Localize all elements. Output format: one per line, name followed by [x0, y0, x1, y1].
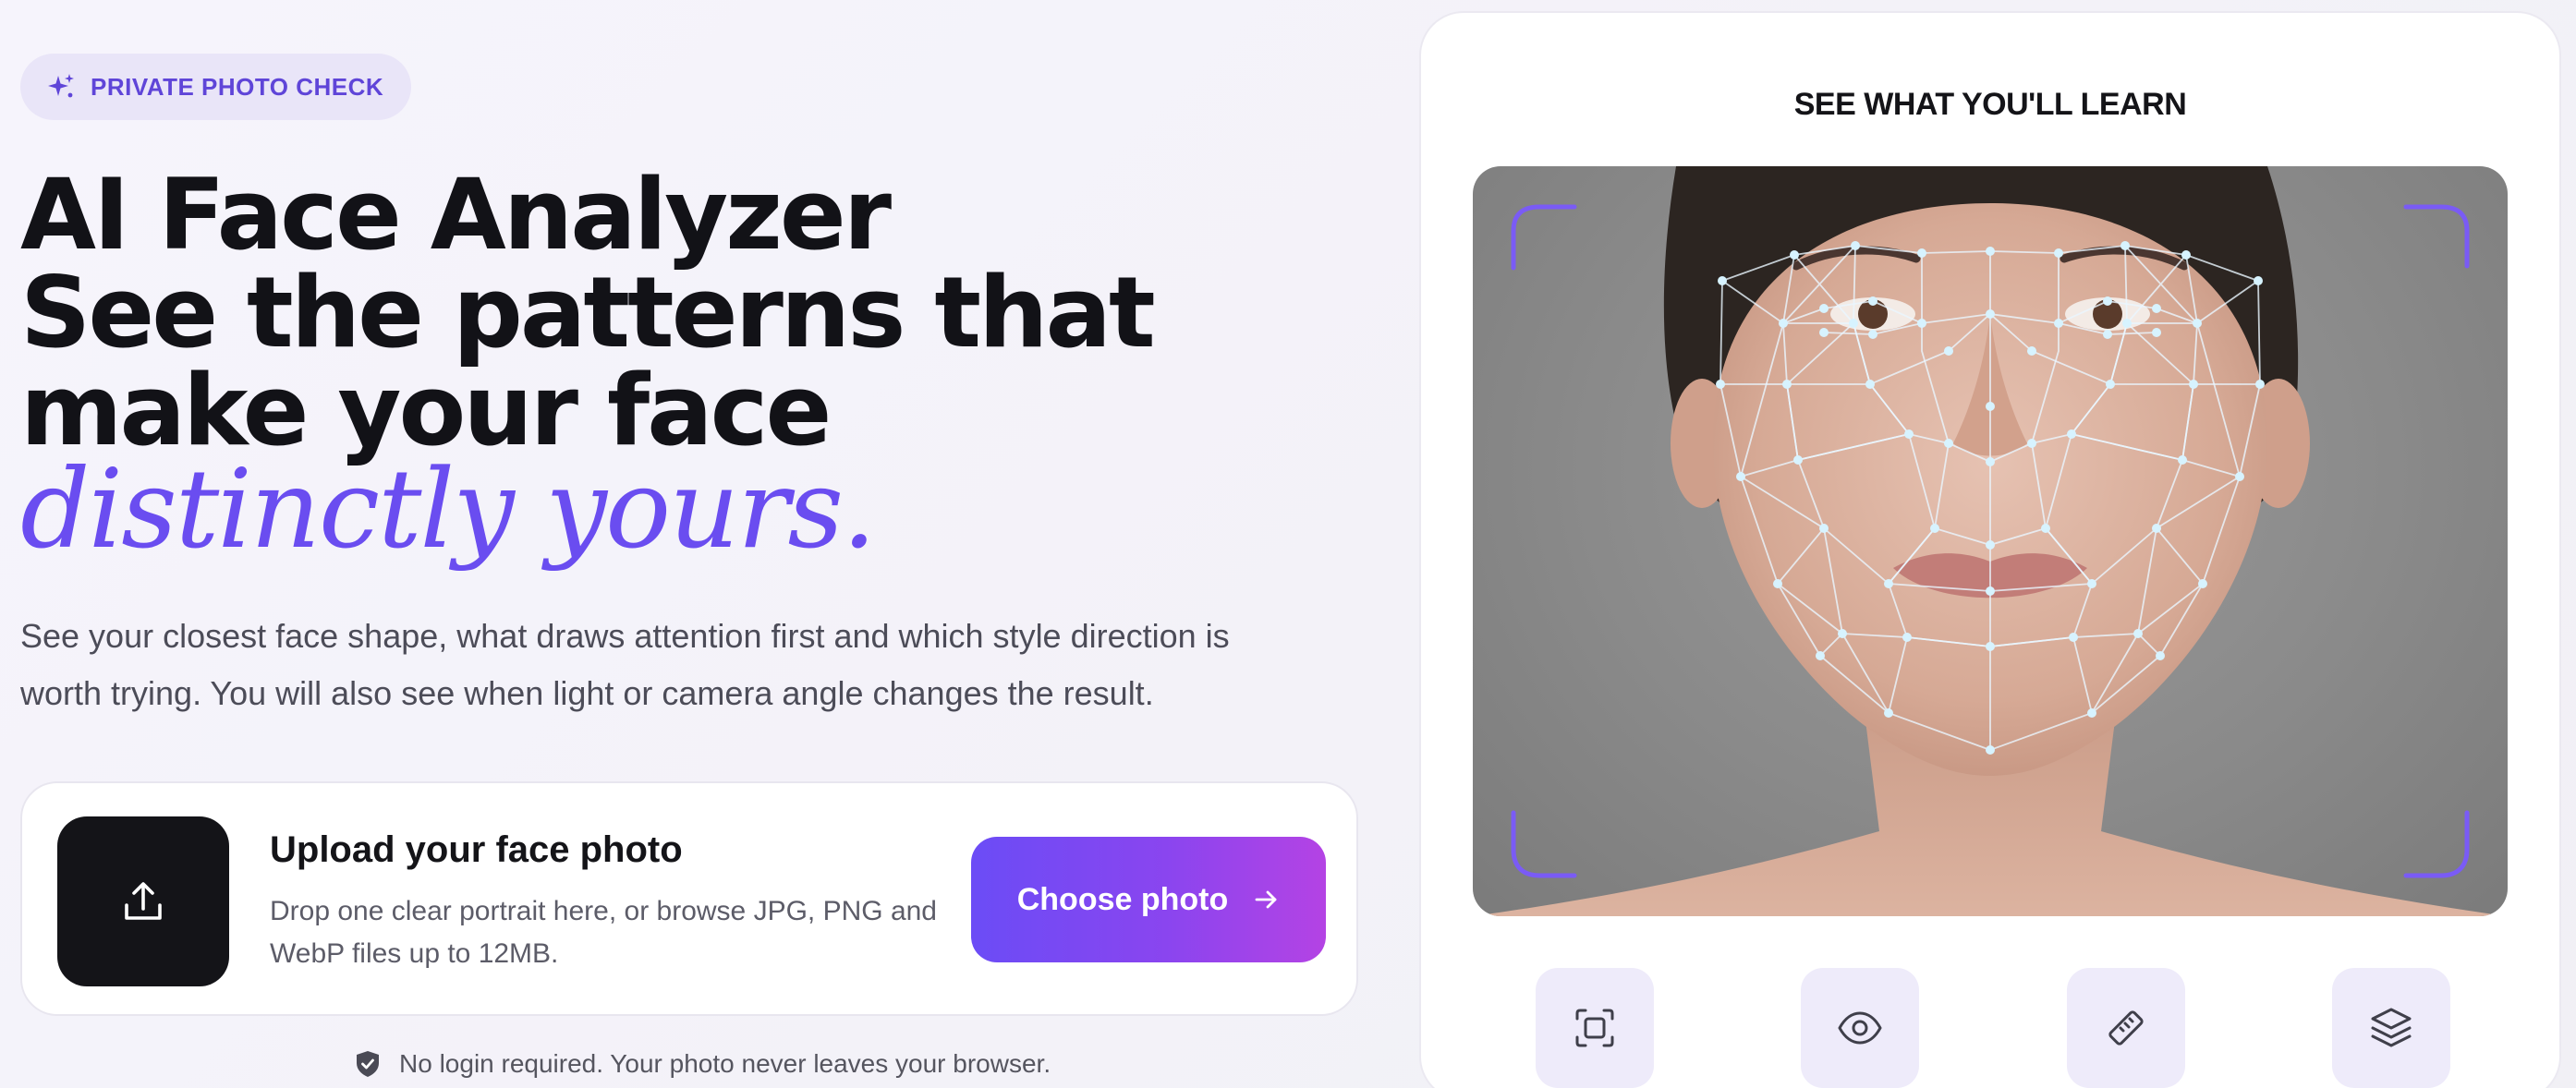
preview-panel-title: SEE WHAT YOU'LL LEARN	[1793, 87, 2187, 122]
upload-icon	[125, 882, 162, 920]
privacy-note: No login required. Your photo never leav…	[355, 1049, 1051, 1079]
privacy-note-text: No login required. Your photo never leav…	[399, 1049, 1051, 1078]
choose-photo-button[interactable]: Choose photo	[971, 837, 1326, 962]
face-mesh-illustration	[1473, 166, 2508, 916]
page-title: AI Face Analyzer See the patterns that m…	[20, 158, 1156, 573]
hero-description: See your closest face shape, what draws …	[20, 617, 1230, 712]
choose-photo-label: Choose photo	[1016, 881, 1229, 917]
face-mesh-preview	[1473, 166, 2508, 916]
headline-line-1: AI Face Analyzer	[20, 158, 892, 272]
ruler-icon	[2108, 1010, 2144, 1046]
feature-layers	[2331, 968, 2450, 1088]
preview-panel: SEE WHAT YOU'LL LEARN	[1419, 11, 2561, 1088]
feature-face-frame	[1536, 968, 1654, 1088]
badge-label: PRIVATE PHOTO CHECK	[91, 72, 384, 101]
shield-check-icon	[357, 1051, 379, 1077]
face-frame-icon	[1575, 1009, 1614, 1047]
feature-eye	[1801, 968, 1920, 1088]
feature-ruler	[2066, 968, 2185, 1088]
upload-dropzone[interactable]: Upload your face photo Drop one clear po…	[20, 781, 1358, 1016]
eye-icon	[1838, 1011, 1882, 1045]
headline-accent: distinctly yours.	[20, 445, 877, 573]
headline-line-2: See the patterns that	[20, 256, 1156, 369]
upload-tile[interactable]	[57, 816, 229, 986]
hero-section: PRIVATE PHOTO CHECK AI Face Analyzer See…	[20, 0, 1360, 1088]
layers-icon	[2371, 1008, 2412, 1047]
upload-title: Upload your face photo	[270, 829, 683, 870]
landing-page: PRIVATE PHOTO CHECK AI Face Analyzer See…	[0, 0, 2576, 1088]
sparkle-icon	[46, 72, 76, 102]
upload-description: Drop one clear portrait here, or browse …	[270, 896, 937, 969]
feature-icon-row	[1536, 968, 2450, 1088]
arrow-right-icon	[1255, 890, 1277, 909]
private-photo-badge: PRIVATE PHOTO CHECK	[20, 54, 412, 120]
